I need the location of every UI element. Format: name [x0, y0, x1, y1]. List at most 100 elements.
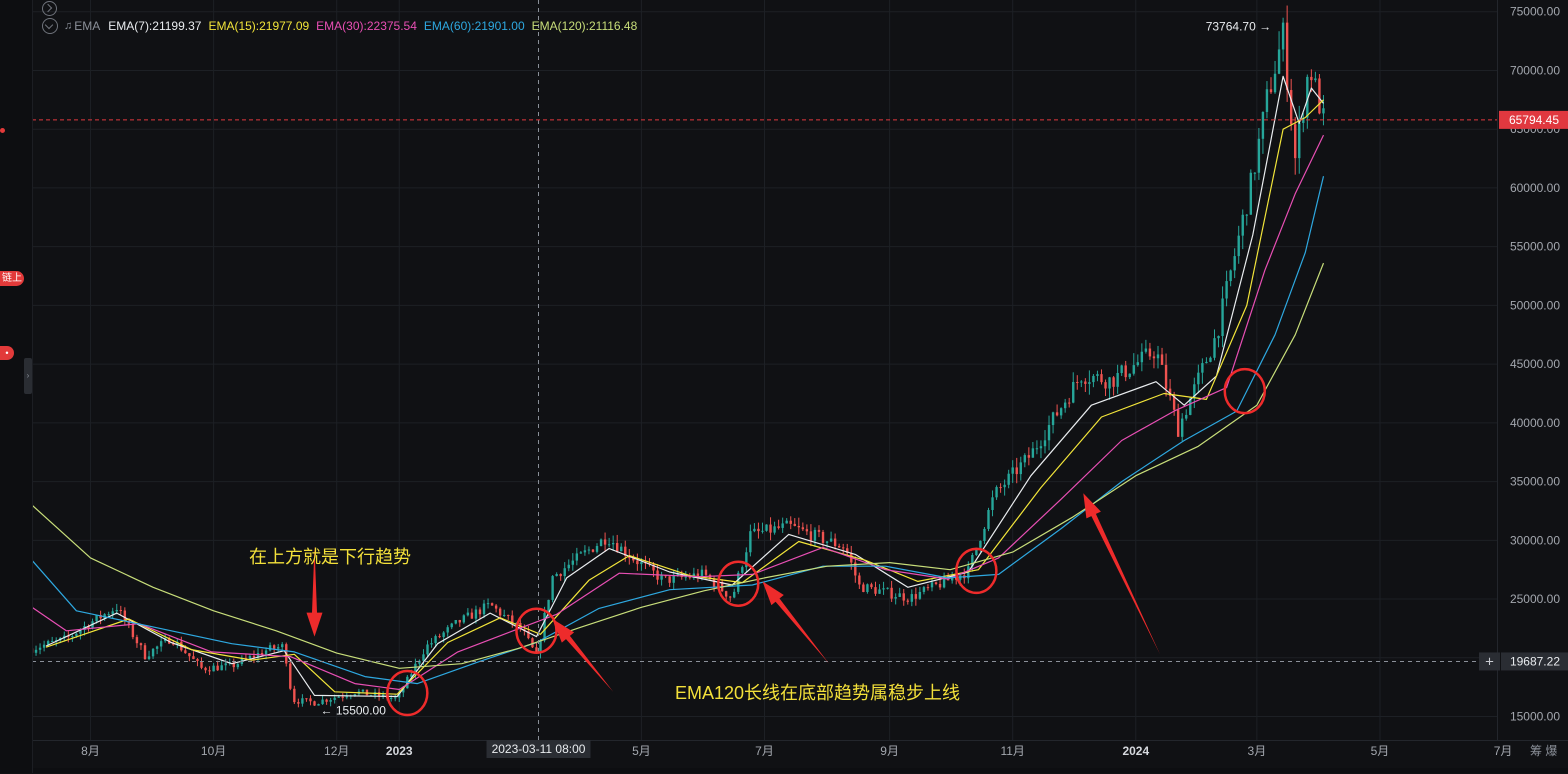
- candle-body: [1092, 375, 1095, 383]
- candle-body: [797, 525, 801, 528]
- candle-body: [991, 497, 994, 511]
- candle-body: [498, 608, 502, 616]
- candle-body: [890, 587, 893, 599]
- legend-ema60: EMA(60):21901.00: [423, 19, 525, 33]
- candle-body: [761, 530, 764, 532]
- ema-line-ema120: [31, 262, 1325, 669]
- candle-body: [615, 543, 619, 552]
- notification-dot: [0, 128, 5, 133]
- ema-lines: [31, 75, 1325, 698]
- legend-ema30: EMA(30):22375.54: [316, 19, 417, 33]
- candle-body: [1237, 235, 1240, 257]
- candle-body: [611, 543, 615, 545]
- candle-body: [252, 655, 256, 658]
- candle-body: [926, 587, 930, 589]
- candle-body: [208, 670, 211, 672]
- bottom-strip: [32, 768, 1568, 773]
- candle-body: [1221, 298, 1224, 337]
- candle-body: [143, 645, 147, 660]
- candle-body: [438, 636, 441, 638]
- candle-body: [236, 664, 240, 668]
- candle-body: [1281, 22, 1285, 50]
- candle-body: [866, 584, 869, 592]
- candle-body: [309, 698, 312, 702]
- candle-body: [1027, 455, 1031, 458]
- candle-body: [1233, 256, 1236, 271]
- highlight-circle: [1223, 367, 1267, 415]
- candle-body: [293, 688, 296, 703]
- alert-dot-icon[interactable]: •: [0, 346, 14, 360]
- candle-body: [1294, 124, 1297, 159]
- chart-stage[interactable]: 15000.00 20000.00 25000.00 30000.00 35000.00…: [0, 0, 1568, 774]
- candle-body: [1120, 365, 1123, 374]
- price-chart[interactable]: [0, 0, 1568, 773]
- collapse-legend-icon[interactable]: [42, 18, 58, 34]
- candle-body: [289, 663, 292, 689]
- candle-body: [587, 549, 591, 551]
- candle-body: [111, 611, 114, 615]
- candle-body: [1277, 49, 1281, 74]
- candle-body: [1072, 381, 1075, 403]
- collapse-handle-icon[interactable]: ›: [24, 358, 32, 394]
- candle-body: [42, 644, 46, 648]
- candle-body: [684, 576, 688, 578]
- candle-body: [1116, 373, 1119, 387]
- candle-body: [507, 614, 510, 616]
- candle-body: [789, 520, 792, 524]
- bell-icon[interactable]: ♫: [64, 20, 72, 32]
- expand-toggle-icon[interactable]: [42, 1, 57, 16]
- candle-body: [886, 587, 889, 589]
- candle-body: [1253, 172, 1257, 174]
- candle-body: [781, 523, 784, 528]
- candle-body: [1088, 382, 1091, 384]
- price-axis[interactable]: [1497, 0, 1568, 740]
- candle-body: [1217, 336, 1220, 339]
- candle-body: [785, 520, 788, 524]
- left-toolbar: 链上 • ›: [0, 0, 33, 773]
- candle-body: [502, 614, 506, 616]
- candle-body: [813, 529, 817, 541]
- annotation-downtrend: 在上方就是下行趋势: [249, 547, 411, 567]
- candle-body: [131, 623, 135, 638]
- candle-body: [640, 561, 643, 565]
- candle-body: [878, 589, 881, 594]
- corner-tools[interactable]: 筹 爆: [1530, 742, 1557, 759]
- candle-body: [728, 596, 732, 598]
- candle-body: [1055, 412, 1059, 416]
- candle-body: [212, 665, 215, 672]
- candle-body: [486, 603, 490, 605]
- candle-body: [1176, 409, 1180, 437]
- candle-body: [773, 526, 776, 533]
- candle-body: [1261, 111, 1265, 139]
- candle-body: [216, 665, 219, 671]
- candle-body: [38, 647, 42, 650]
- candle-body: [1096, 374, 1099, 376]
- candle-body: [741, 567, 744, 573]
- candle-body: [599, 539, 603, 547]
- candle-body: [1076, 381, 1079, 383]
- candle-body: [1019, 462, 1022, 475]
- candle-body: [151, 648, 155, 657]
- candle-body: [1023, 455, 1027, 463]
- candle-body: [1298, 122, 1301, 159]
- candle-body: [1140, 351, 1144, 363]
- onchain-badge[interactable]: 链上: [0, 271, 24, 286]
- candle-body: [1205, 361, 1208, 364]
- candle-body: [321, 699, 324, 705]
- candle-body: [749, 531, 752, 553]
- ema-line-ema30: [31, 134, 1325, 691]
- candle-body: [987, 510, 990, 529]
- indicator-name[interactable]: EMA: [74, 19, 100, 33]
- candle-body: [1132, 365, 1135, 374]
- candle-body: [882, 588, 885, 590]
- candle-body: [999, 487, 1002, 489]
- candle-body: [595, 546, 599, 552]
- candle-body: [898, 593, 901, 597]
- candle-body: [1314, 78, 1317, 81]
- candle-body: [559, 573, 562, 577]
- candle-body: [1124, 365, 1127, 378]
- candle-body: [1285, 22, 1289, 91]
- candle-body: [1084, 381, 1087, 384]
- candle-body: [1031, 448, 1035, 458]
- candle-body: [934, 582, 938, 584]
